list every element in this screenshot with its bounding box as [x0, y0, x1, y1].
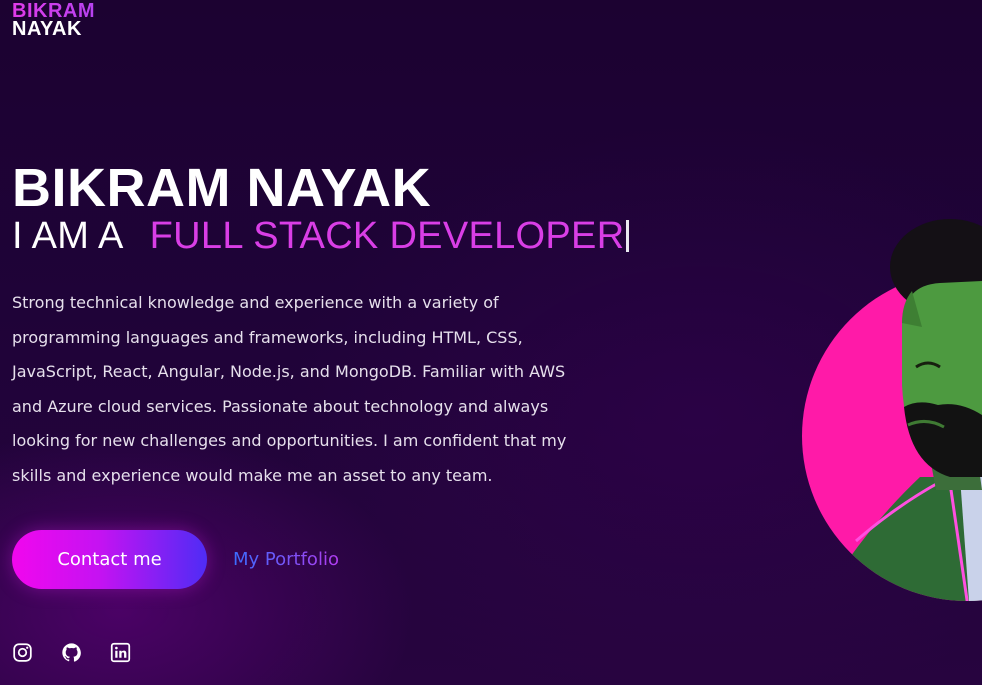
hero-role-prefix: I AM A: [12, 215, 124, 257]
profile-portrait: [802, 219, 982, 601]
logo[interactable]: BIKRAM NAYAK: [12, 1, 95, 40]
hero-role-typed: FULL STACK DEVELOPER: [149, 215, 625, 257]
hero-description: Strong technical knowledge and experienc…: [12, 293, 567, 485]
contact-button[interactable]: Contact me: [12, 530, 207, 589]
linkedin-icon[interactable]: [110, 642, 131, 663]
hero-role-line: I AM A FULL STACK DEVELOPER: [12, 214, 630, 258]
logo-last-name: NAYAK: [12, 18, 82, 40]
social-links: [12, 642, 131, 663]
instagram-icon[interactable]: [12, 642, 33, 663]
typing-cursor: [626, 220, 630, 252]
hero-name: BIKRAM NAYAK: [12, 158, 432, 218]
github-icon[interactable]: [61, 642, 82, 663]
portfolio-link[interactable]: My Portfolio: [233, 548, 339, 572]
